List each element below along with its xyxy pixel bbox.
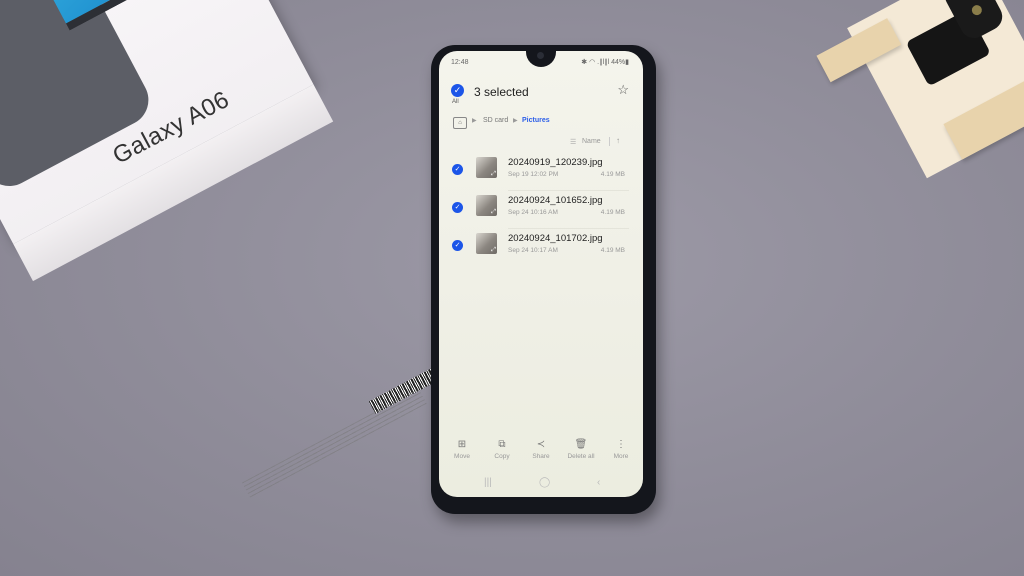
file-checkbox[interactable]: ✓ — [452, 202, 463, 213]
file-thumbnail: ⤢ — [476, 195, 497, 216]
share-button[interactable]: ≺ Share — [521, 439, 561, 460]
check-icon: ✓ — [454, 242, 461, 249]
sort-direction-icon[interactable]: ↑ — [616, 136, 620, 145]
file-size: 4.19 MB — [600, 247, 625, 254]
folder-move-icon: ⊞ — [457, 439, 467, 450]
phone: 12:48 ✱ ◠ .∥l∥l 44%▮ ✓ All 3 selected ☆ … — [431, 45, 656, 514]
breadcrumb-arrow-icon: ▶ — [472, 118, 477, 124]
wooden-box — [807, 0, 1024, 206]
file-row[interactable]: ✓ ⤢ 20240924_101702.jpg Sep 24 10:17 AM … — [439, 229, 643, 267]
file-name: 20240919_120239.jpg — [508, 157, 603, 168]
home-icon: ⌂ — [458, 120, 462, 126]
share-icon: ≺ — [536, 439, 546, 450]
file-thumbnail: ⤢ — [476, 233, 497, 254]
copy-label: Copy — [494, 453, 510, 460]
phone-screen: 12:48 ✱ ◠ .∥l∥l 44%▮ ✓ All 3 selected ☆ … — [439, 51, 643, 497]
star-icon[interactable]: ☆ — [617, 82, 629, 98]
home-button[interactable]: ◯ — [539, 477, 550, 488]
camera-notch — [526, 51, 556, 67]
box-phone-image — [0, 0, 158, 196]
file-date: Sep 24 10:17 AM — [508, 247, 558, 254]
more-vertical-icon: ⋮ — [616, 439, 626, 450]
screw — [970, 3, 984, 17]
select-all-checkbox[interactable]: ✓ — [451, 84, 464, 97]
file-name: 20240924_101652.jpg — [508, 195, 603, 206]
galaxy-a06-box: SAMSUNG Galaxy A06 — [0, 0, 447, 499]
file-date: Sep 24 10:16 AM — [508, 209, 558, 216]
expand-icon: ⤢ — [491, 247, 496, 253]
file-name: 20240924_101702.jpg — [508, 233, 603, 244]
sort-divider — [609, 137, 610, 146]
box-label-text — [242, 388, 428, 499]
move-button[interactable]: ⊞ Move — [442, 439, 482, 460]
expand-icon: ⤢ — [491, 171, 496, 177]
more-label: More — [613, 453, 629, 460]
copy-icon: ⧉ — [498, 439, 506, 450]
share-label: Share — [532, 453, 550, 460]
status-icons: ✱ ◠ .∥l∥l 44%▮ — [581, 59, 629, 66]
file-date: Sep 19 12:02 PM — [508, 171, 559, 178]
select-all-label: All — [452, 99, 459, 105]
system-nav-bar: ||| ◯ ‹ — [439, 477, 643, 493]
sort-icon[interactable]: ☰ — [570, 138, 576, 146]
breadcrumb-home-button[interactable]: ⌂ — [453, 117, 467, 129]
file-row[interactable]: ✓ ⤢ 20240924_101652.jpg Sep 24 10:16 AM … — [439, 191, 643, 229]
file-checkbox[interactable]: ✓ — [452, 240, 463, 251]
move-label: Move — [454, 453, 470, 460]
delete-all-button[interactable]: 🗑 Delete all — [561, 439, 601, 460]
status-time: 12:48 — [451, 59, 469, 66]
selection-count-title: 3 selected — [474, 85, 529, 99]
file-row[interactable]: ✓ ⤢ 20240919_120239.jpg Sep 19 12:02 PM … — [439, 153, 643, 191]
breadcrumb-arrow-icon: ▶ — [513, 118, 518, 124]
more-button[interactable]: ⋮ More — [601, 439, 641, 460]
file-checkbox[interactable]: ✓ — [452, 164, 463, 175]
sort-by-name-button[interactable]: Name — [582, 138, 601, 145]
copy-button[interactable]: ⧉ Copy — [482, 439, 522, 460]
trash-icon: 🗑 — [574, 439, 588, 450]
file-thumbnail: ⤢ — [476, 157, 497, 178]
check-icon: ✓ — [454, 166, 461, 173]
expand-icon: ⤢ — [491, 209, 496, 215]
delete-all-label: Delete all — [567, 453, 595, 460]
back-button[interactable]: ‹ — [597, 477, 600, 488]
check-icon: ✓ — [453, 85, 462, 95]
front-camera — [537, 52, 544, 59]
breadcrumb-sd-card[interactable]: SD card — [483, 117, 508, 124]
bottom-action-bar: ⊞ Move ⧉ Copy ≺ Share 🗑 Delete all ⋮ Mor… — [439, 439, 643, 469]
recents-button[interactable]: ||| — [484, 477, 492, 488]
file-size: 4.19 MB — [600, 171, 625, 178]
file-size: 4.19 MB — [600, 209, 625, 216]
breadcrumb-pictures[interactable]: Pictures — [522, 117, 550, 124]
check-icon: ✓ — [454, 204, 461, 211]
